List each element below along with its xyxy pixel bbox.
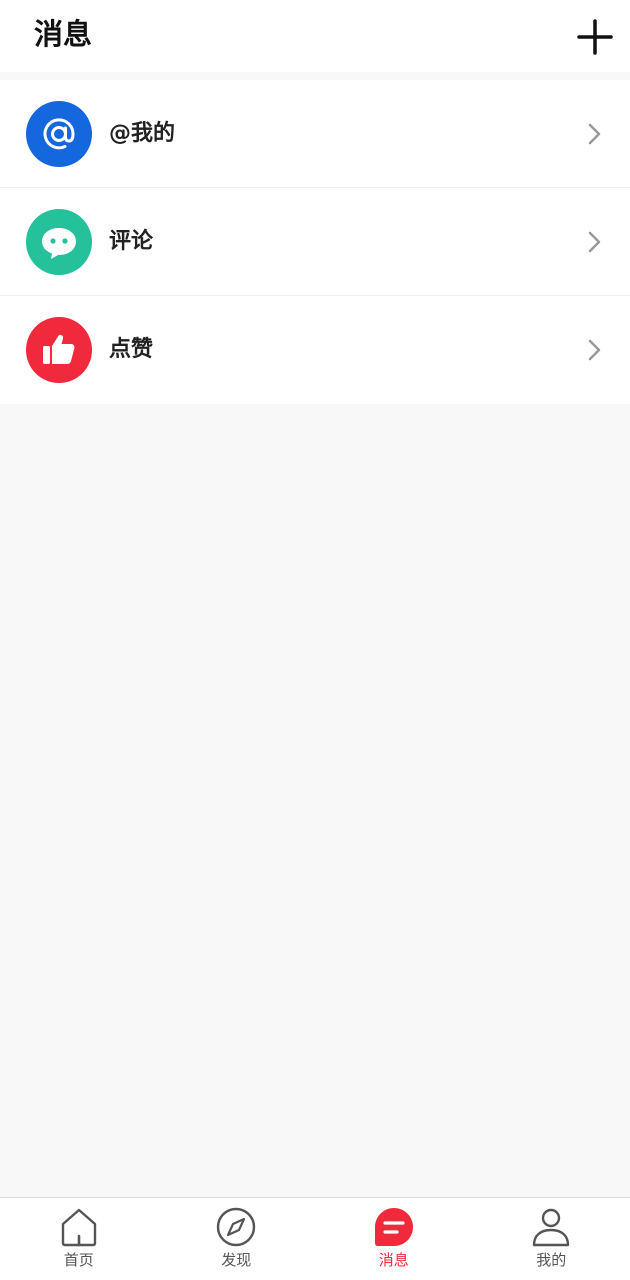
comment-bubble-icon — [42, 228, 76, 259]
add-button[interactable] — [574, 16, 616, 58]
at-icon — [43, 118, 75, 150]
bottom-tab-bar: 首页 发现 消息 我的 — [0, 1197, 630, 1280]
message-icon — [374, 1208, 413, 1246]
chevron-right-icon — [588, 123, 601, 145]
message-row-label: 评论 — [109, 229, 154, 254]
chevron-right-icon — [588, 339, 601, 361]
home-icon — [61, 1208, 96, 1247]
message-row-likes[interactable]: 点赞 — [0, 296, 630, 404]
tab-label: 发现 — [221, 1251, 252, 1269]
likes-avatar — [26, 317, 92, 383]
message-row-at-me[interactable]: @我的 — [0, 80, 630, 188]
message-row-label: @我的 — [109, 121, 176, 146]
message-row-comments[interactable]: 评论 — [0, 188, 630, 296]
tab-profile[interactable]: 我的 — [473, 1198, 630, 1280]
page-title: 消息 — [34, 17, 93, 51]
tab-label: 首页 — [63, 1251, 94, 1269]
compass-icon — [217, 1207, 256, 1247]
message-row-label: 点赞 — [109, 337, 154, 362]
tab-discover[interactable]: 发现 — [158, 1198, 316, 1280]
tab-label: 消息 — [378, 1251, 409, 1269]
messages-screen: 消息 @我的 评论 点赞 首页 发现 消息 我的 — [0, 0, 630, 1280]
header: 消息 — [0, 0, 630, 72]
comments-avatar — [26, 209, 92, 275]
chevron-right-icon — [588, 231, 601, 253]
tab-label: 我的 — [536, 1251, 567, 1269]
plus-icon — [577, 19, 613, 55]
at-me-avatar — [26, 101, 92, 167]
thumbs-up-icon — [43, 334, 75, 364]
user-icon — [533, 1208, 570, 1247]
tab-messages[interactable]: 消息 — [315, 1198, 473, 1280]
tab-home[interactable]: 首页 — [0, 1198, 158, 1280]
message-list: @我的 评论 点赞 — [0, 80, 630, 404]
